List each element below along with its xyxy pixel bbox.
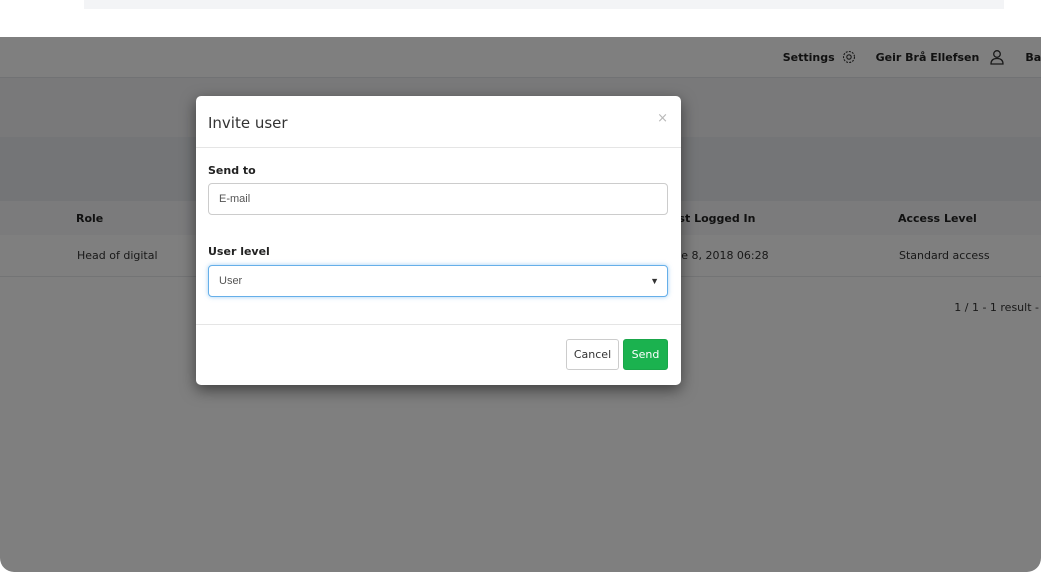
modal-body: Send to E-mail User level User ▼ [196, 148, 681, 325]
user-level-select[interactable]: User ▼ [208, 265, 668, 297]
cancel-button[interactable]: Cancel [566, 339, 619, 370]
send-to-label: Send to [208, 164, 256, 177]
modal-title: Invite user [208, 114, 288, 132]
user-level-value: User [219, 275, 243, 287]
email-placeholder: E-mail [219, 193, 251, 205]
modal-header: Invite user × [196, 96, 681, 148]
user-level-label: User level [208, 245, 270, 258]
email-field[interactable]: E-mail [208, 183, 668, 215]
chevron-down-icon: ▼ [650, 276, 659, 286]
close-icon[interactable]: × [657, 111, 668, 126]
browser-top-strip [84, 0, 1004, 9]
invite-user-dialog: Invite user × Send to E-mail User level … [196, 96, 681, 385]
send-button[interactable]: Send [623, 339, 668, 370]
modal-footer: Cancel Send [196, 325, 681, 385]
app-window: Settings Geir Brå Ellefsen Back Role Las… [0, 37, 1041, 572]
